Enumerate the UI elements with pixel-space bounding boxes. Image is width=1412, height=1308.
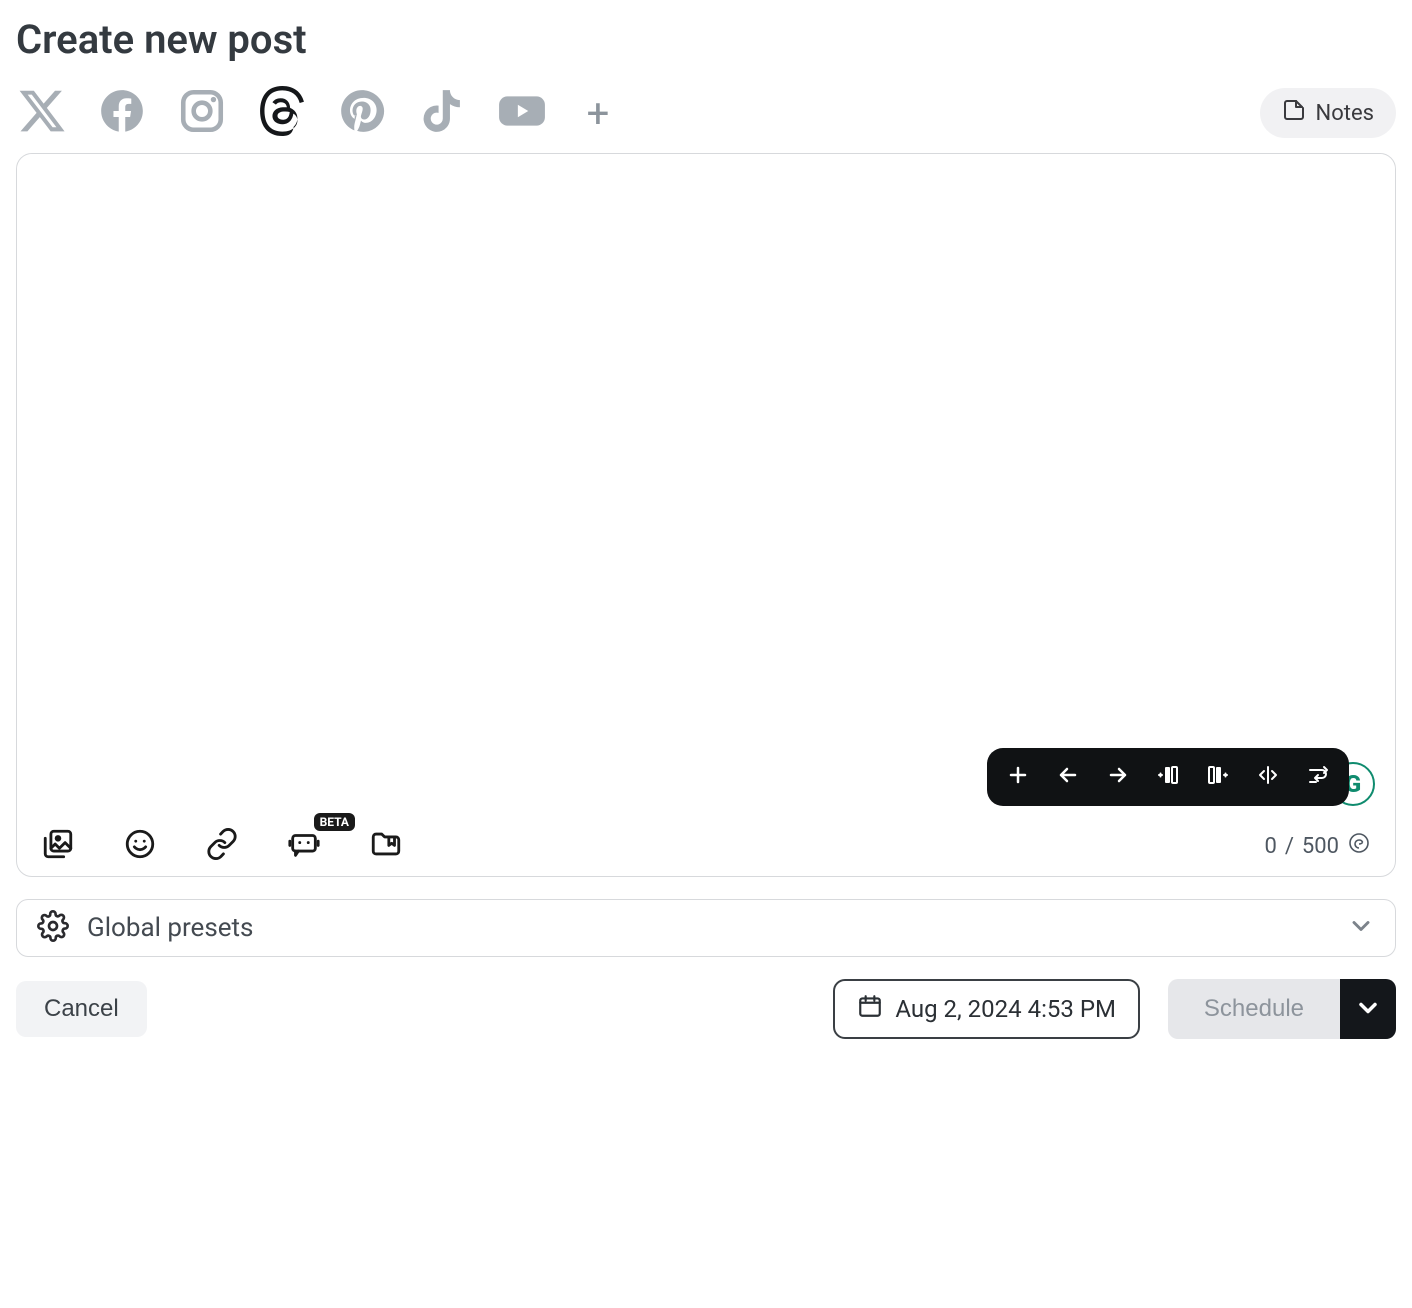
social-instagram[interactable] [176,87,228,139]
emoji-icon [123,827,157,865]
footer-actions: Cancel Aug 2, 2024 4:53 PM Schedule [16,979,1396,1039]
datetime-label: Aug 2, 2024 4:53 PM [895,995,1116,1023]
notes-button[interactable]: Notes [1260,88,1396,138]
facebook-icon [97,86,147,140]
threads-small-icon [1347,831,1371,861]
plus-icon [1006,763,1030,791]
post-editor: G [16,153,1396,877]
notes-label: Notes [1316,101,1374,126]
social-threads[interactable] [256,87,308,139]
social-tiktok[interactable] [416,87,468,139]
gear-icon [37,910,69,946]
global-presets-row[interactable]: Global presets [16,899,1396,957]
media-tool[interactable] [41,829,75,863]
char-count: 0 / 500 [1264,831,1371,861]
datetime-picker[interactable]: Aug 2, 2024 4:53 PM [833,979,1140,1039]
split-horizontal-icon [1256,763,1280,791]
threads-icon [257,86,307,140]
social-platform-row: + [16,87,620,139]
social-facebook[interactable] [96,87,148,139]
link-tool[interactable] [205,829,239,863]
text-wrap-icon [1306,763,1330,791]
folder-bookmark-icon [369,827,403,865]
float-split-horizontal[interactable] [1243,756,1293,798]
social-pinterest[interactable] [336,87,388,139]
float-add[interactable] [993,756,1043,798]
emoji-tool[interactable] [123,829,157,863]
calendar-icon [857,993,883,1025]
link-icon [205,827,239,865]
beta-badge: BETA [314,813,355,831]
youtube-icon [497,86,547,140]
page-title: Create new post [16,16,1396,63]
column-insert-right-icon [1206,763,1230,791]
chevron-down-icon [1347,912,1375,944]
arrow-right-icon [1106,763,1130,791]
add-platform-button[interactable]: + [576,90,620,137]
schedule-button-group: Schedule [1168,979,1396,1039]
char-sep: / [1285,834,1294,859]
presets-label: Global presets [87,913,1329,943]
template-tool[interactable] [369,829,403,863]
cancel-button[interactable]: Cancel [16,981,147,1037]
float-prev[interactable] [1043,756,1093,798]
instagram-icon [177,86,227,140]
schedule-dropdown[interactable] [1340,979,1396,1039]
social-x[interactable] [16,87,68,139]
char-max: 500 [1302,834,1339,859]
footer-right-group: Aug 2, 2024 4:53 PM Schedule [833,979,1396,1039]
editor-bottom-bar: BETA 0 / 500 [17,824,1395,876]
float-insert-left[interactable] [1143,756,1193,798]
note-icon [1282,98,1306,128]
top-row: + Notes [16,87,1396,139]
arrow-left-icon [1056,763,1080,791]
float-wrap[interactable] [1293,756,1343,798]
ai-assist-tool[interactable]: BETA [287,829,321,863]
pinterest-icon [337,86,387,140]
column-insert-left-icon [1156,763,1180,791]
chevron-down-icon [1354,994,1382,1025]
editor-tools: BETA [41,829,403,863]
floating-toolbar [987,748,1349,806]
float-next[interactable] [1093,756,1143,798]
post-textarea[interactable] [17,154,1395,816]
schedule-button[interactable]: Schedule [1168,979,1340,1039]
social-youtube[interactable] [496,87,548,139]
x-icon [17,86,67,140]
tiktok-icon [417,86,467,140]
media-gallery-icon [41,827,75,865]
float-insert-right[interactable] [1193,756,1243,798]
char-used: 0 [1264,834,1276,859]
ai-chat-icon [287,827,321,865]
